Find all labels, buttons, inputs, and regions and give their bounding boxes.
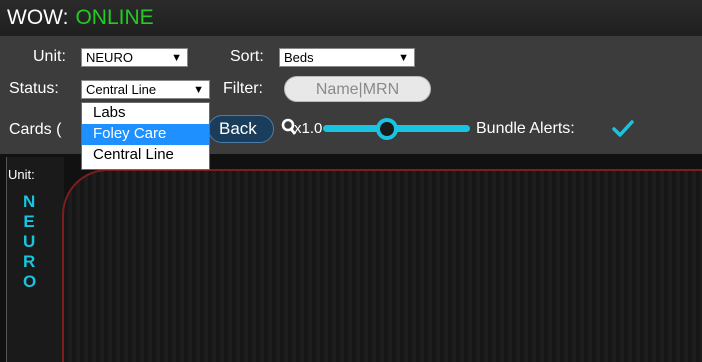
unit-select-value: NEURO	[86, 50, 133, 65]
unit-letter: N	[23, 192, 36, 211]
bundle-alerts-checkbox[interactable]	[611, 119, 635, 139]
cards-label: Cards (	[9, 121, 62, 138]
sort-label: Sort:	[230, 48, 264, 65]
chevron-down-icon: ▼	[193, 84, 204, 96]
online-status: ONLINE	[75, 6, 154, 29]
app-window: WOW: ONLINE Unit: NEURO ▼ Sort: Beds ▼ S…	[0, 0, 702, 362]
unit-vertical-name: N E U R O	[23, 192, 37, 292]
dropdown-option-labs[interactable]: Labs	[82, 103, 209, 124]
status-select[interactable]: Central Line ▼	[81, 80, 210, 99]
sort-select[interactable]: Beds ▼	[279, 48, 415, 67]
dropdown-option-foley-care[interactable]: Foley Care	[82, 124, 209, 145]
unit-select[interactable]: NEURO ▼	[81, 48, 188, 67]
unit-label: Unit:	[33, 48, 66, 65]
unit-letter: O	[23, 272, 37, 291]
filter-input[interactable]: Name|MRN	[284, 76, 431, 102]
unit-column-caption: Unit:	[8, 167, 35, 182]
status-label: Status:	[9, 80, 59, 97]
app-title: WOW:	[7, 6, 69, 29]
back-button[interactable]: Back	[208, 115, 274, 143]
chevron-down-icon: ▼	[171, 52, 182, 64]
status-select-value: Central Line	[86, 82, 157, 97]
zoom-value: x1.0	[294, 120, 323, 137]
zoom-slider-handle[interactable]	[376, 118, 398, 140]
unit-letter: U	[23, 232, 36, 251]
status-dropdown-list: Labs Foley Care Central Line	[81, 102, 210, 170]
patient-card-area[interactable]	[62, 169, 702, 362]
title-bar: WOW: ONLINE	[0, 0, 702, 36]
chevron-down-icon: ▼	[398, 52, 409, 64]
dropdown-option-central-line[interactable]: Central Line	[82, 145, 209, 166]
unit-letter: R	[23, 252, 36, 271]
bundle-alerts-label: Bundle Alerts:	[476, 120, 575, 137]
unit-letter: E	[23, 212, 35, 231]
sort-select-value: Beds	[284, 50, 314, 65]
filter-label: Filter:	[223, 80, 263, 97]
